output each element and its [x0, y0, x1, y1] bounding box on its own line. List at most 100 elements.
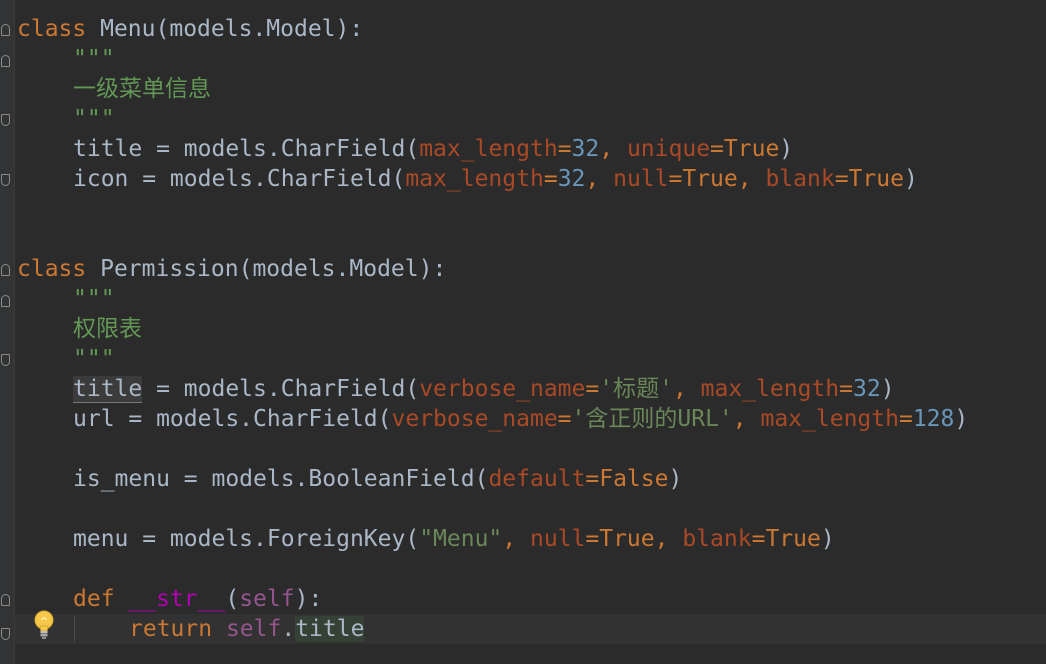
separator: ,	[737, 166, 766, 192]
field-name: icon	[73, 166, 129, 192]
fold-marker-icon[interactable]	[1, 295, 10, 307]
call-expression: = models.CharField(	[114, 406, 392, 432]
docstring-text[interactable]: 权限表	[73, 314, 142, 344]
operator: =	[557, 406, 572, 432]
separator: ,	[599, 136, 627, 162]
code-line[interactable]: title = models.CharField(verbose_name='标…	[73, 374, 895, 404]
docstring-open[interactable]: """	[73, 44, 115, 74]
operator: =	[710, 136, 724, 162]
class-name: Permission	[100, 256, 239, 282]
operator: =	[898, 406, 913, 432]
boolean-literal: True	[599, 526, 655, 552]
call-expression: = models.BooleanField(	[169, 466, 489, 492]
param-name: verbose_name	[391, 406, 558, 432]
code-line[interactable]: icon = models.CharField(max_length = 32, n…	[73, 164, 918, 194]
operator: =	[557, 136, 572, 162]
operator: =	[839, 376, 853, 402]
param-name: verbose_name	[419, 376, 586, 402]
fold-marker-icon[interactable]	[1, 594, 10, 606]
paren-close: )	[779, 136, 794, 162]
operator: =	[668, 166, 683, 192]
paren-close: )	[820, 526, 835, 552]
code-line[interactable]: class Permission(models.Model):	[17, 254, 446, 284]
fold-marker-icon[interactable]	[1, 24, 10, 36]
paren-close: )	[954, 406, 969, 432]
call-expression: = models.CharField(	[142, 136, 420, 162]
operator: =	[751, 526, 766, 552]
keyword-def: def	[73, 586, 115, 612]
paren-close: ):	[294, 586, 323, 612]
class-name: Menu	[100, 16, 156, 42]
self-param: self	[239, 586, 295, 612]
boolean-literal: True	[765, 526, 821, 552]
code-line[interactable]: is_menu = models.BooleanField(default=Fa…	[73, 464, 682, 494]
separator: ,	[672, 376, 701, 402]
gutter-divider	[14, 0, 15, 664]
code-line[interactable]: def __str__(self):	[73, 584, 322, 614]
docstring-text[interactable]: 一级菜单信息	[73, 74, 211, 104]
paren-close: )	[880, 376, 895, 402]
keyword-return: return	[129, 616, 213, 642]
paren-close: )	[668, 466, 683, 492]
separator: ,	[732, 406, 761, 432]
keyword-class: class	[17, 16, 87, 42]
operator: =	[585, 376, 600, 402]
string-literal: '标题'	[599, 376, 673, 402]
keyword-class: class	[17, 256, 87, 282]
fold-marker-icon[interactable]	[1, 174, 10, 186]
string-literal: "Menu"	[419, 526, 503, 552]
class-base: (models.Model):	[155, 16, 364, 42]
param-name: null	[529, 526, 586, 552]
boolean-literal: True	[682, 166, 738, 192]
param-name: blank	[765, 166, 835, 192]
docstring-close[interactable]: """	[73, 104, 115, 134]
attribute-ref: title	[295, 616, 365, 642]
boolean-literal: True	[848, 166, 904, 192]
method-name: __str__	[128, 586, 226, 612]
dot: .	[281, 616, 296, 642]
field-name: url	[73, 406, 115, 432]
field-name: title	[73, 136, 143, 162]
code-editor[interactable]: class Menu(models.Model): """ 一级菜单信息 """…	[0, 0, 1046, 664]
param-name: unique	[626, 136, 711, 162]
param-name: max_length	[405, 166, 544, 192]
fold-marker-icon[interactable]	[1, 354, 10, 366]
field-name: title	[73, 376, 143, 403]
lightbulb-icon[interactable]	[32, 608, 56, 642]
fold-marker-icon[interactable]	[1, 55, 10, 67]
field-name: is_menu	[73, 466, 170, 492]
call-expression: = models.CharField(	[128, 166, 406, 192]
docstring-close[interactable]: """	[73, 344, 115, 374]
paren-close: )	[903, 166, 918, 192]
operator: =	[585, 466, 600, 492]
field-name: menu	[73, 526, 129, 552]
operator: =	[834, 166, 849, 192]
fold-marker-icon[interactable]	[1, 114, 10, 126]
code-line[interactable]: menu = models.ForeignKey("Menu", null=Tr…	[73, 524, 835, 554]
param-name: blank	[682, 526, 752, 552]
call-expression: = models.ForeignKey(	[128, 526, 420, 552]
code-line[interactable]: title = models.CharField(max_length=32, …	[73, 134, 793, 164]
fold-marker-icon[interactable]	[1, 628, 10, 640]
fold-marker-icon[interactable]	[1, 264, 10, 276]
param-name: null	[613, 166, 669, 192]
number-literal: 128	[912, 406, 955, 432]
param-name: max_length	[700, 376, 840, 402]
number-literal: 32	[852, 376, 881, 402]
param-name: max_length	[760, 406, 899, 432]
editor-gutter	[0, 0, 14, 664]
code-line-current[interactable]: return self.title	[129, 614, 365, 644]
class-base: (models.Model):	[238, 256, 447, 282]
docstring-open[interactable]: """	[73, 284, 115, 314]
call-expression: = models.CharField(	[142, 376, 420, 402]
boolean-literal: True	[723, 136, 780, 162]
number-literal: 32	[557, 166, 586, 192]
number-literal: 32	[571, 136, 600, 162]
code-line[interactable]: class Menu(models.Model):	[17, 14, 363, 44]
string-literal: '含正则的URL'	[571, 406, 733, 432]
param-name: default	[488, 466, 586, 492]
code-line[interactable]: url = models.CharField(verbose_name='含正则…	[73, 404, 968, 434]
indent-guide	[74, 616, 75, 642]
